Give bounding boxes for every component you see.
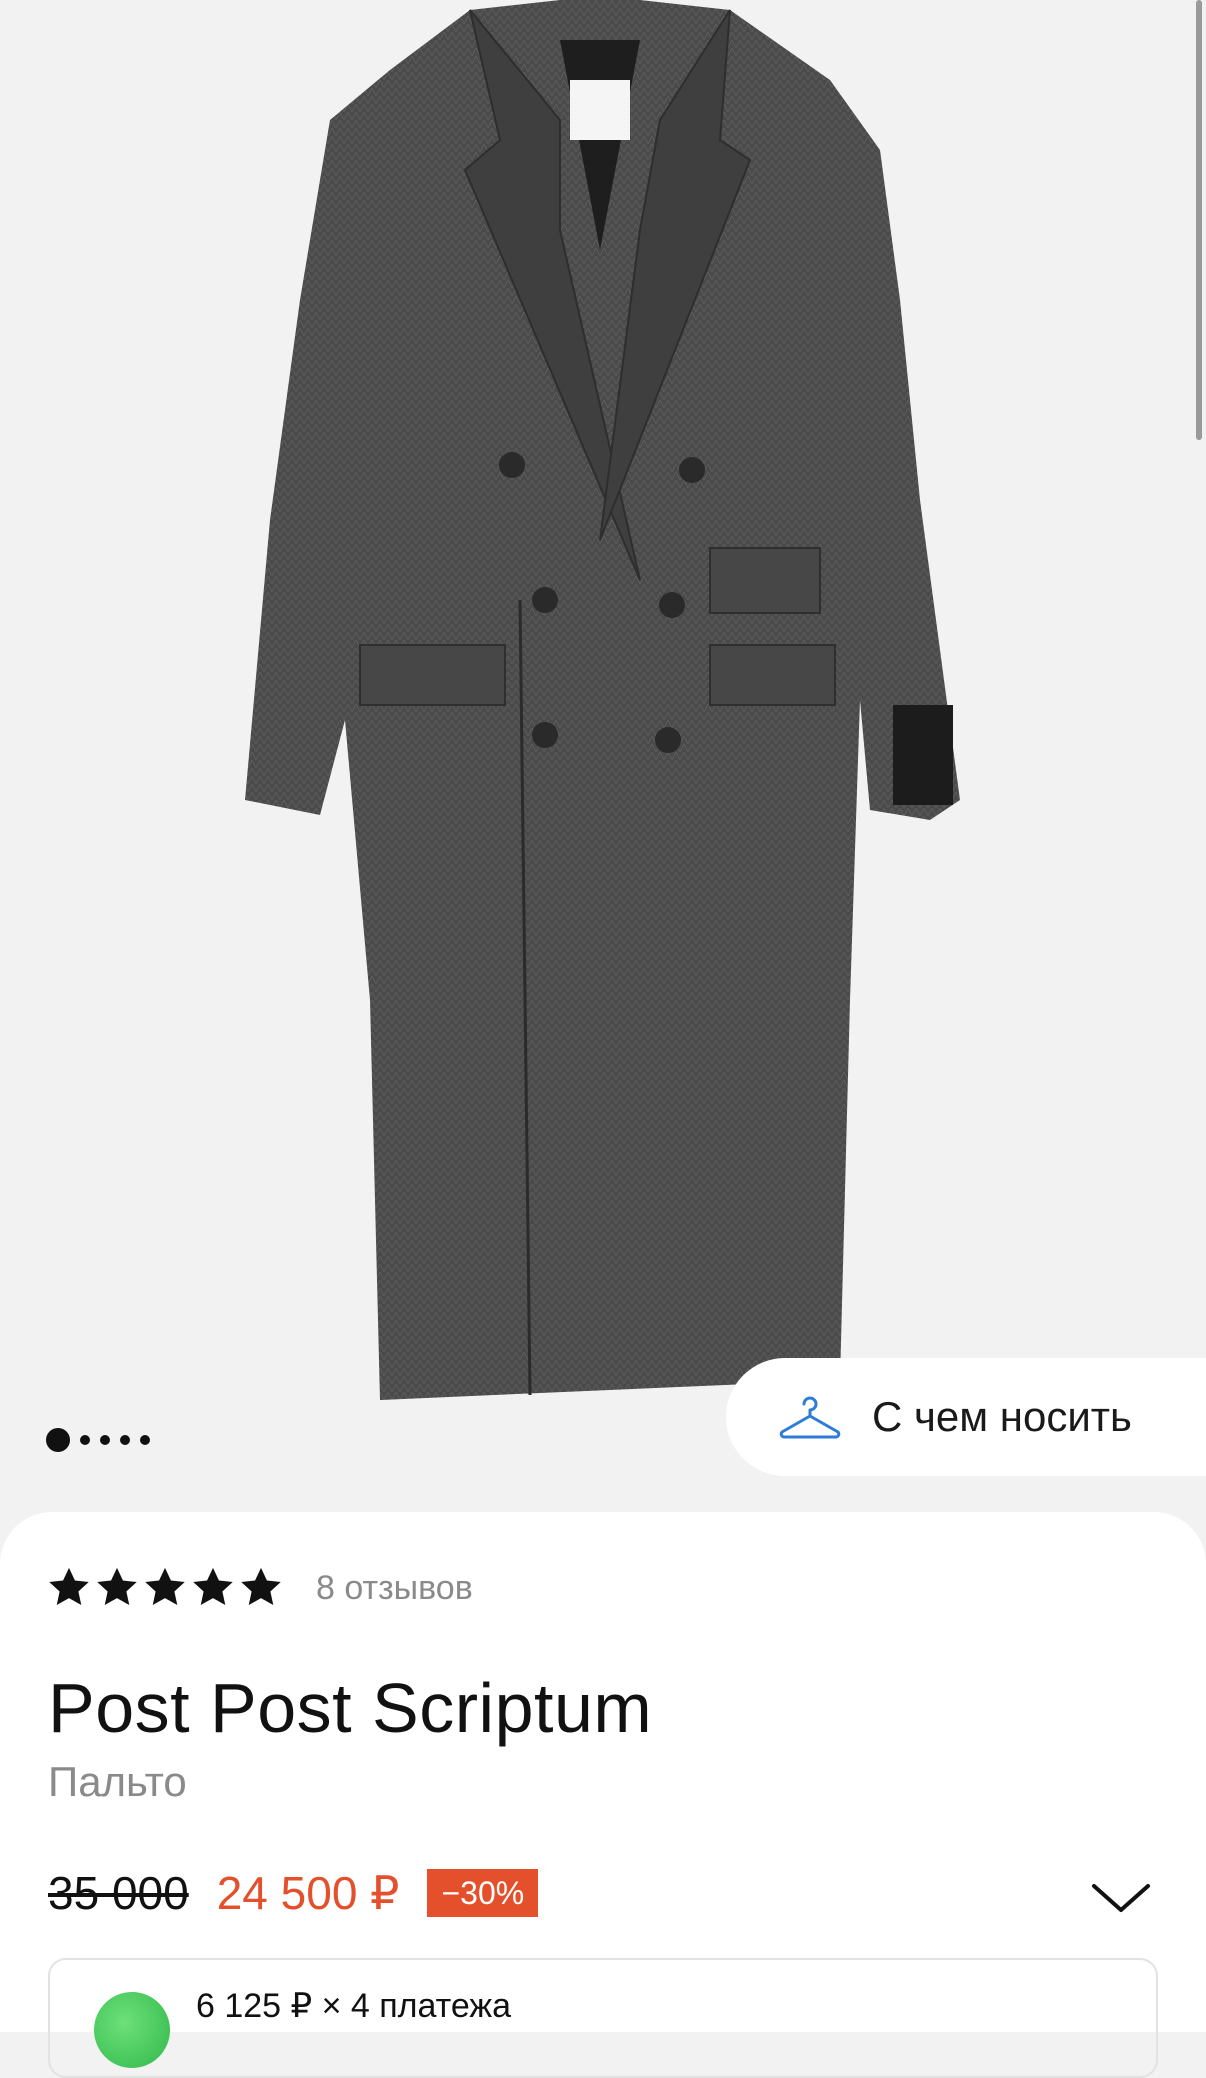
- product-category: Пальто: [48, 1758, 187, 1805]
- old-price: 35 000: [48, 1867, 189, 1919]
- pagination-dot[interactable]: [120, 1435, 130, 1445]
- discount-badge: −30%: [427, 1869, 539, 1917]
- installment-logo-icon: [94, 1992, 170, 2068]
- what-to-wear-label: С чем носить: [872, 1393, 1132, 1440]
- coat-image: [245, 0, 960, 1400]
- scrollbar[interactable]: [1196, 0, 1202, 440]
- pagination-dot[interactable]: [80, 1435, 90, 1445]
- installment-text: 6 125 ₽ × 4 платежа: [196, 1987, 512, 2025]
- star-icon: [49, 1567, 89, 1606]
- gallery-pagination[interactable]: [46, 1428, 150, 1452]
- star-icon: [241, 1567, 281, 1606]
- pagination-dot[interactable]: [46, 1428, 70, 1452]
- current-price: 24 500 ₽: [216, 1867, 400, 1919]
- price-block: 35 000 24 500 ₽ −30%: [48, 1866, 539, 1920]
- what-to-wear-button[interactable]: С чем носить: [726, 1358, 1206, 1476]
- pagination-dot[interactable]: [140, 1435, 150, 1445]
- pagination-dot[interactable]: [100, 1435, 110, 1445]
- chevron-down-icon[interactable]: [1090, 1880, 1152, 1916]
- star-icon: [145, 1567, 185, 1606]
- installment-banner[interactable]: 6 125 ₽ × 4 платежа: [48, 1958, 1158, 2078]
- product-image-gallery[interactable]: С чем носить: [0, 0, 1206, 1530]
- star-icon: [97, 1567, 137, 1606]
- product-rating[interactable]: 8 отзывов: [46, 1565, 473, 1611]
- hanger-icon: [779, 1396, 841, 1439]
- product-brand[interactable]: Post Post Scriptum: [48, 1668, 652, 1748]
- star-icon: [193, 1567, 233, 1606]
- reviews-count-link[interactable]: 8 отзывов: [316, 1569, 473, 1608]
